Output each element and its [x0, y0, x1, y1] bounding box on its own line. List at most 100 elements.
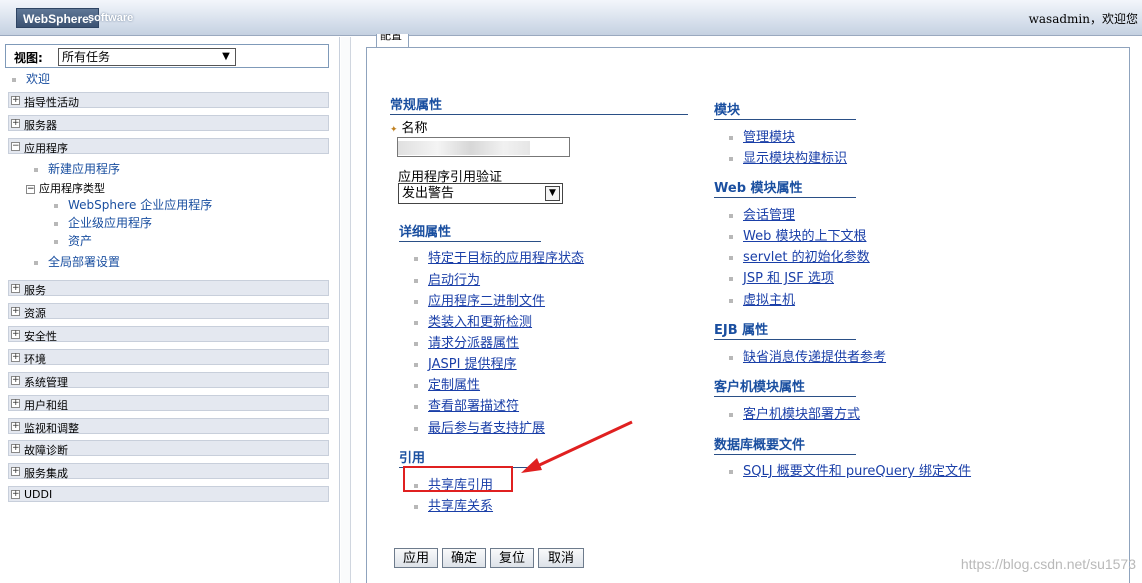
bullet-icon [729, 213, 733, 218]
nav-item-business-apps[interactable]: 企业级应用程序 [54, 214, 152, 231]
nav-group-system-admin[interactable]: + 系统管理 [8, 372, 329, 389]
bullet-icon [729, 255, 733, 260]
ok-button[interactable]: 确定 [442, 548, 486, 568]
bullet-icon [34, 167, 38, 172]
frame-splitter[interactable] [341, 37, 351, 583]
link-view-deployment-descriptor[interactable]: 查看部署描述符 [414, 395, 519, 414]
annotation-arrow-icon [521, 420, 633, 473]
link-manage-modules[interactable]: 管理模块 [729, 126, 795, 145]
bullet-icon [729, 276, 733, 281]
nav-group-guided-activities[interactable]: + 指导性活动 [8, 92, 329, 109]
bullet-icon [414, 383, 418, 388]
websphere-logo: WebSphere. [16, 8, 100, 28]
left-navigation: 视图: 所有任务 ▼ 欢迎 + 指导性活动 + 服务器 − 应用程序 新建应用程… [0, 37, 340, 583]
expand-plus-icon: + [11, 95, 20, 105]
nav-group-services[interactable]: + 服务 [8, 280, 329, 297]
link-custom-properties[interactable]: 定制属性 [414, 374, 480, 393]
bullet-icon [414, 426, 418, 431]
bullet-icon [729, 355, 733, 360]
nav-item-new-application[interactable]: 新建应用程序 [34, 160, 120, 177]
top-banner: WebSphere. software wasadmin，欢迎您 [0, 0, 1142, 36]
expand-plus-icon: + [11, 283, 20, 293]
validation-select[interactable]: 发出警告 ▼ [398, 183, 563, 204]
expand-plus-icon: + [11, 329, 20, 339]
bullet-icon [729, 469, 733, 474]
bullet-icon [414, 278, 418, 283]
detail-properties-title: 详细属性 [399, 221, 541, 242]
bullet-icon [54, 221, 58, 226]
expand-plus-icon: + [11, 421, 20, 431]
expand-plus-icon: + [11, 306, 20, 316]
bullet-icon [414, 256, 418, 261]
nav-item-application-types[interactable]: − 应用程序类型 [26, 180, 105, 196]
nav-group-security[interactable]: + 安全性 [8, 326, 329, 343]
bullet-icon [54, 239, 58, 244]
link-target-app-status[interactable]: 特定于目标的应用程序状态 [414, 247, 584, 266]
bullet-icon [729, 234, 733, 239]
nav-item-websphere-apps[interactable]: WebSphere 企业应用程序 [54, 196, 212, 213]
link-jaspi-provider[interactable]: JASPI 提供程序 [414, 353, 517, 372]
apply-button[interactable]: 应用 [394, 548, 438, 568]
collapse-minus-icon: − [26, 183, 35, 194]
nav-item-global-deploy-settings[interactable]: 全局部署设置 [34, 253, 120, 270]
logo-subtitle: software [88, 12, 134, 24]
nav-group-users-groups[interactable]: + 用户和组 [8, 395, 329, 412]
bullet-icon [729, 298, 733, 303]
redacted-name-value [398, 141, 530, 155]
bullet-icon [414, 362, 418, 367]
client-module-properties-title: 客户机模块属性 [714, 376, 856, 397]
general-properties-title: 常规属性 [390, 94, 688, 115]
link-servlet-init-params[interactable]: servlet 的初始化参数 [729, 246, 870, 265]
expand-plus-icon: + [11, 352, 20, 362]
nav-group-monitoring[interactable]: + 监视和调整 [8, 418, 329, 435]
nav-group-servers[interactable]: + 服务器 [8, 115, 329, 132]
ejb-properties-title: EJB 属性 [714, 319, 856, 340]
bullet-icon [414, 341, 418, 346]
link-client-module-deployment[interactable]: 客户机模块部署方式 [729, 403, 860, 422]
link-shared-library-relationships[interactable]: 共享库关系 [414, 495, 493, 514]
nav-item-assets[interactable]: 资产 [54, 232, 92, 249]
view-label: 视图: [14, 51, 43, 65]
link-virtual-hosts[interactable]: 虚拟主机 [729, 289, 795, 308]
bullet-icon [729, 135, 733, 140]
link-request-dispatcher[interactable]: 请求分派器属性 [414, 332, 519, 351]
chevron-down-icon: ▼ [545, 186, 560, 201]
nav-group-service-integration[interactable]: + 服务集成 [8, 463, 329, 480]
user-greeting: wasadmin，欢迎您 [1028, 12, 1138, 26]
expand-plus-icon: + [11, 118, 20, 128]
chevron-down-icon: ▼ [222, 51, 230, 62]
link-class-loading[interactable]: 类装入和更新检测 [414, 311, 532, 330]
bullet-icon [414, 404, 418, 409]
expand-plus-icon: + [11, 375, 20, 385]
view-selector-box: 视图: 所有任务 ▼ [5, 44, 329, 68]
nav-group-troubleshooting[interactable]: + 故障诊断 [8, 440, 329, 457]
tab-configuration[interactable]: 配置 [376, 34, 409, 48]
link-sqlj-profiles[interactable]: SQLJ 概要文件和 pureQuery 绑定文件 [729, 460, 971, 479]
nav-group-uddi[interactable]: + UDDI [8, 486, 329, 502]
expand-plus-icon: + [11, 443, 20, 453]
bullet-icon [34, 260, 38, 265]
reset-button[interactable]: 复位 [490, 548, 534, 568]
bullet-icon [414, 504, 418, 509]
bullet-icon [12, 77, 16, 82]
link-session-management[interactable]: 会话管理 [729, 204, 795, 223]
nav-group-environment[interactable]: + 环境 [8, 349, 329, 366]
view-select[interactable]: 所有任务 ▼ [58, 48, 236, 66]
nav-group-resources[interactable]: + 资源 [8, 303, 329, 320]
required-icon: ✦ [390, 125, 398, 135]
highlight-annotation-box [403, 466, 513, 492]
link-jsp-jsf-options[interactable]: JSP 和 JSF 选项 [729, 267, 834, 286]
link-app-binaries[interactable]: 应用程序二进制文件 [414, 290, 545, 309]
link-web-context-root[interactable]: Web 模块的上下文根 [729, 225, 866, 244]
link-display-module-build-ids[interactable]: 显示模块构建标识 [729, 147, 847, 166]
cancel-button[interactable]: 取消 [538, 548, 584, 568]
bullet-icon [414, 299, 418, 304]
watermark-text: https://blog.csdn.net/su1573 [960, 556, 1136, 572]
bullet-icon [414, 320, 418, 325]
nav-welcome-link[interactable]: 欢迎 [12, 70, 50, 87]
modules-title: 模块 [714, 99, 856, 120]
nav-group-applications[interactable]: − 应用程序 [8, 138, 329, 155]
link-default-messaging-provider[interactable]: 缺省消息传递提供者参考 [729, 346, 886, 365]
bullet-icon [729, 412, 733, 417]
link-startup-behavior[interactable]: 启动行为 [414, 269, 480, 288]
